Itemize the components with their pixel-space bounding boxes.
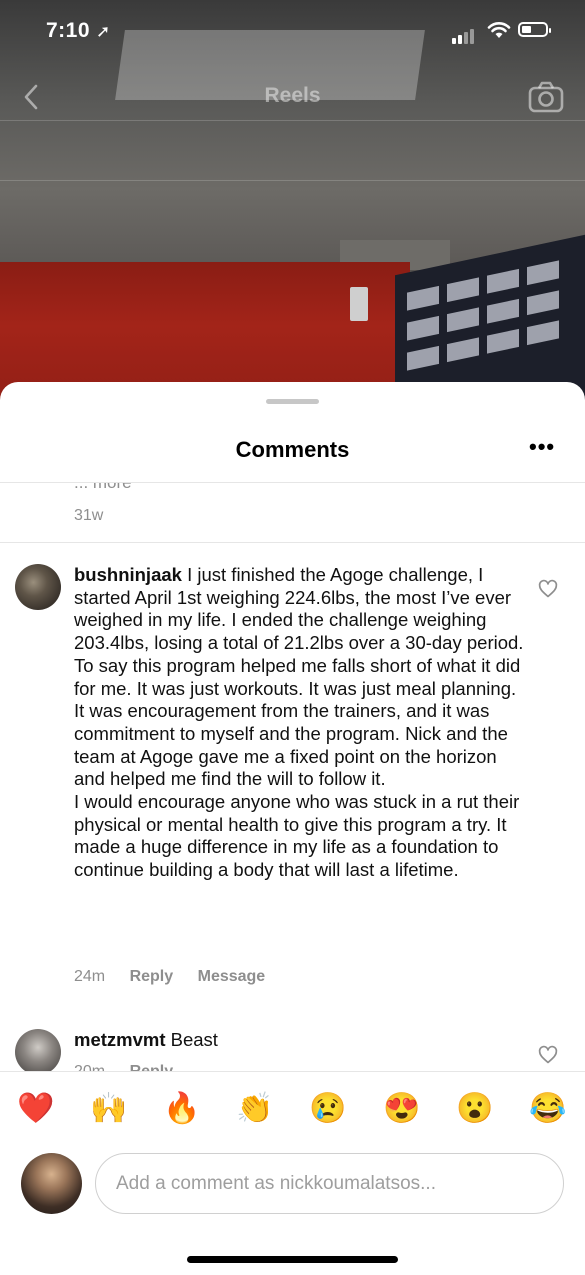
status-time: 7:10 (46, 19, 91, 42)
fire-emoji-button[interactable]: 🔥 (162, 1089, 202, 1129)
raised-hands-emoji-button[interactable]: 🙌 (89, 1089, 129, 1129)
comment-meta: 20m Reply (74, 1063, 193, 1071)
comment-timestamp: 31w (74, 507, 104, 524)
avatar[interactable] (15, 564, 61, 610)
surprised-emoji-button[interactable]: 😮 (455, 1089, 495, 1129)
quick-emoji-bar: ❤️ 🙌 🔥 👏 😢 😍 😮 😂 (0, 1089, 585, 1129)
home-indicator[interactable] (187, 1256, 398, 1263)
reels-header: Reels (0, 70, 585, 126)
page-title: Reels (264, 84, 321, 107)
current-user-avatar (21, 1153, 82, 1214)
heart-eyes-emoji-button[interactable]: 😍 (382, 1089, 422, 1129)
comment-username[interactable]: bushninjaak (74, 564, 182, 585)
comment-text: To say this program helped me falls shor… (74, 654, 521, 790)
reply-button[interactable]: Reply (130, 1063, 174, 1071)
message-button[interactable]: Message (198, 968, 266, 985)
emoji-bar-divider (0, 1071, 585, 1072)
more-options-button[interactable]: ••• (529, 436, 555, 458)
sheet-title: Comments (235, 437, 350, 462)
wall-speaker (350, 287, 368, 321)
wifi-icon (487, 22, 511, 38)
comment-username[interactable]: metzmvmt (74, 1029, 166, 1050)
location-arrow-icon: ➚ (96, 22, 111, 41)
clapping-emoji-button[interactable]: 👏 (235, 1089, 275, 1129)
comment-text: Beast (170, 1029, 218, 1050)
sheet-drag-handle[interactable] (266, 399, 319, 404)
laughing-emoji-button[interactable]: 😂 (528, 1089, 568, 1129)
comment-timestamp: 20m (74, 1063, 105, 1071)
comments-sheet: Comments ••• ... more 31w bushninjaak I … (0, 382, 585, 1275)
battery-icon (518, 22, 551, 37)
like-heart-icon[interactable] (538, 1045, 558, 1065)
comment-separator (0, 542, 585, 543)
ceiling-grid-line (0, 180, 585, 181)
cellular-signal-icon (452, 26, 476, 44)
heart-emoji-button[interactable]: ❤️ (16, 1089, 56, 1129)
comment-body: metzmvmt Beast (74, 1029, 524, 1052)
reply-button[interactable]: Reply (130, 968, 174, 985)
reel-video-background (0, 0, 585, 420)
avatar[interactable] (15, 1029, 61, 1071)
like-heart-icon[interactable] (538, 579, 558, 599)
comment-input[interactable] (114, 1168, 548, 1200)
crying-emoji-button[interactable]: 😢 (308, 1089, 348, 1129)
status-bar: 7:10 ➚ (0, 0, 585, 60)
camera-icon[interactable] (527, 80, 565, 114)
comment-text: I would encourage anyone who was stuck i… (74, 791, 520, 881)
comment-body: bushninjaak I just finished the Agoge ch… (74, 564, 524, 882)
comment-timestamp: 24m (74, 968, 106, 985)
see-more-link[interactable]: ... more (74, 483, 132, 493)
comments-list[interactable]: ... more 31w bushninjaak I just finished… (0, 483, 585, 1071)
comment-meta: 24m Reply Message (74, 968, 285, 986)
comment-input-container[interactable] (95, 1153, 564, 1214)
